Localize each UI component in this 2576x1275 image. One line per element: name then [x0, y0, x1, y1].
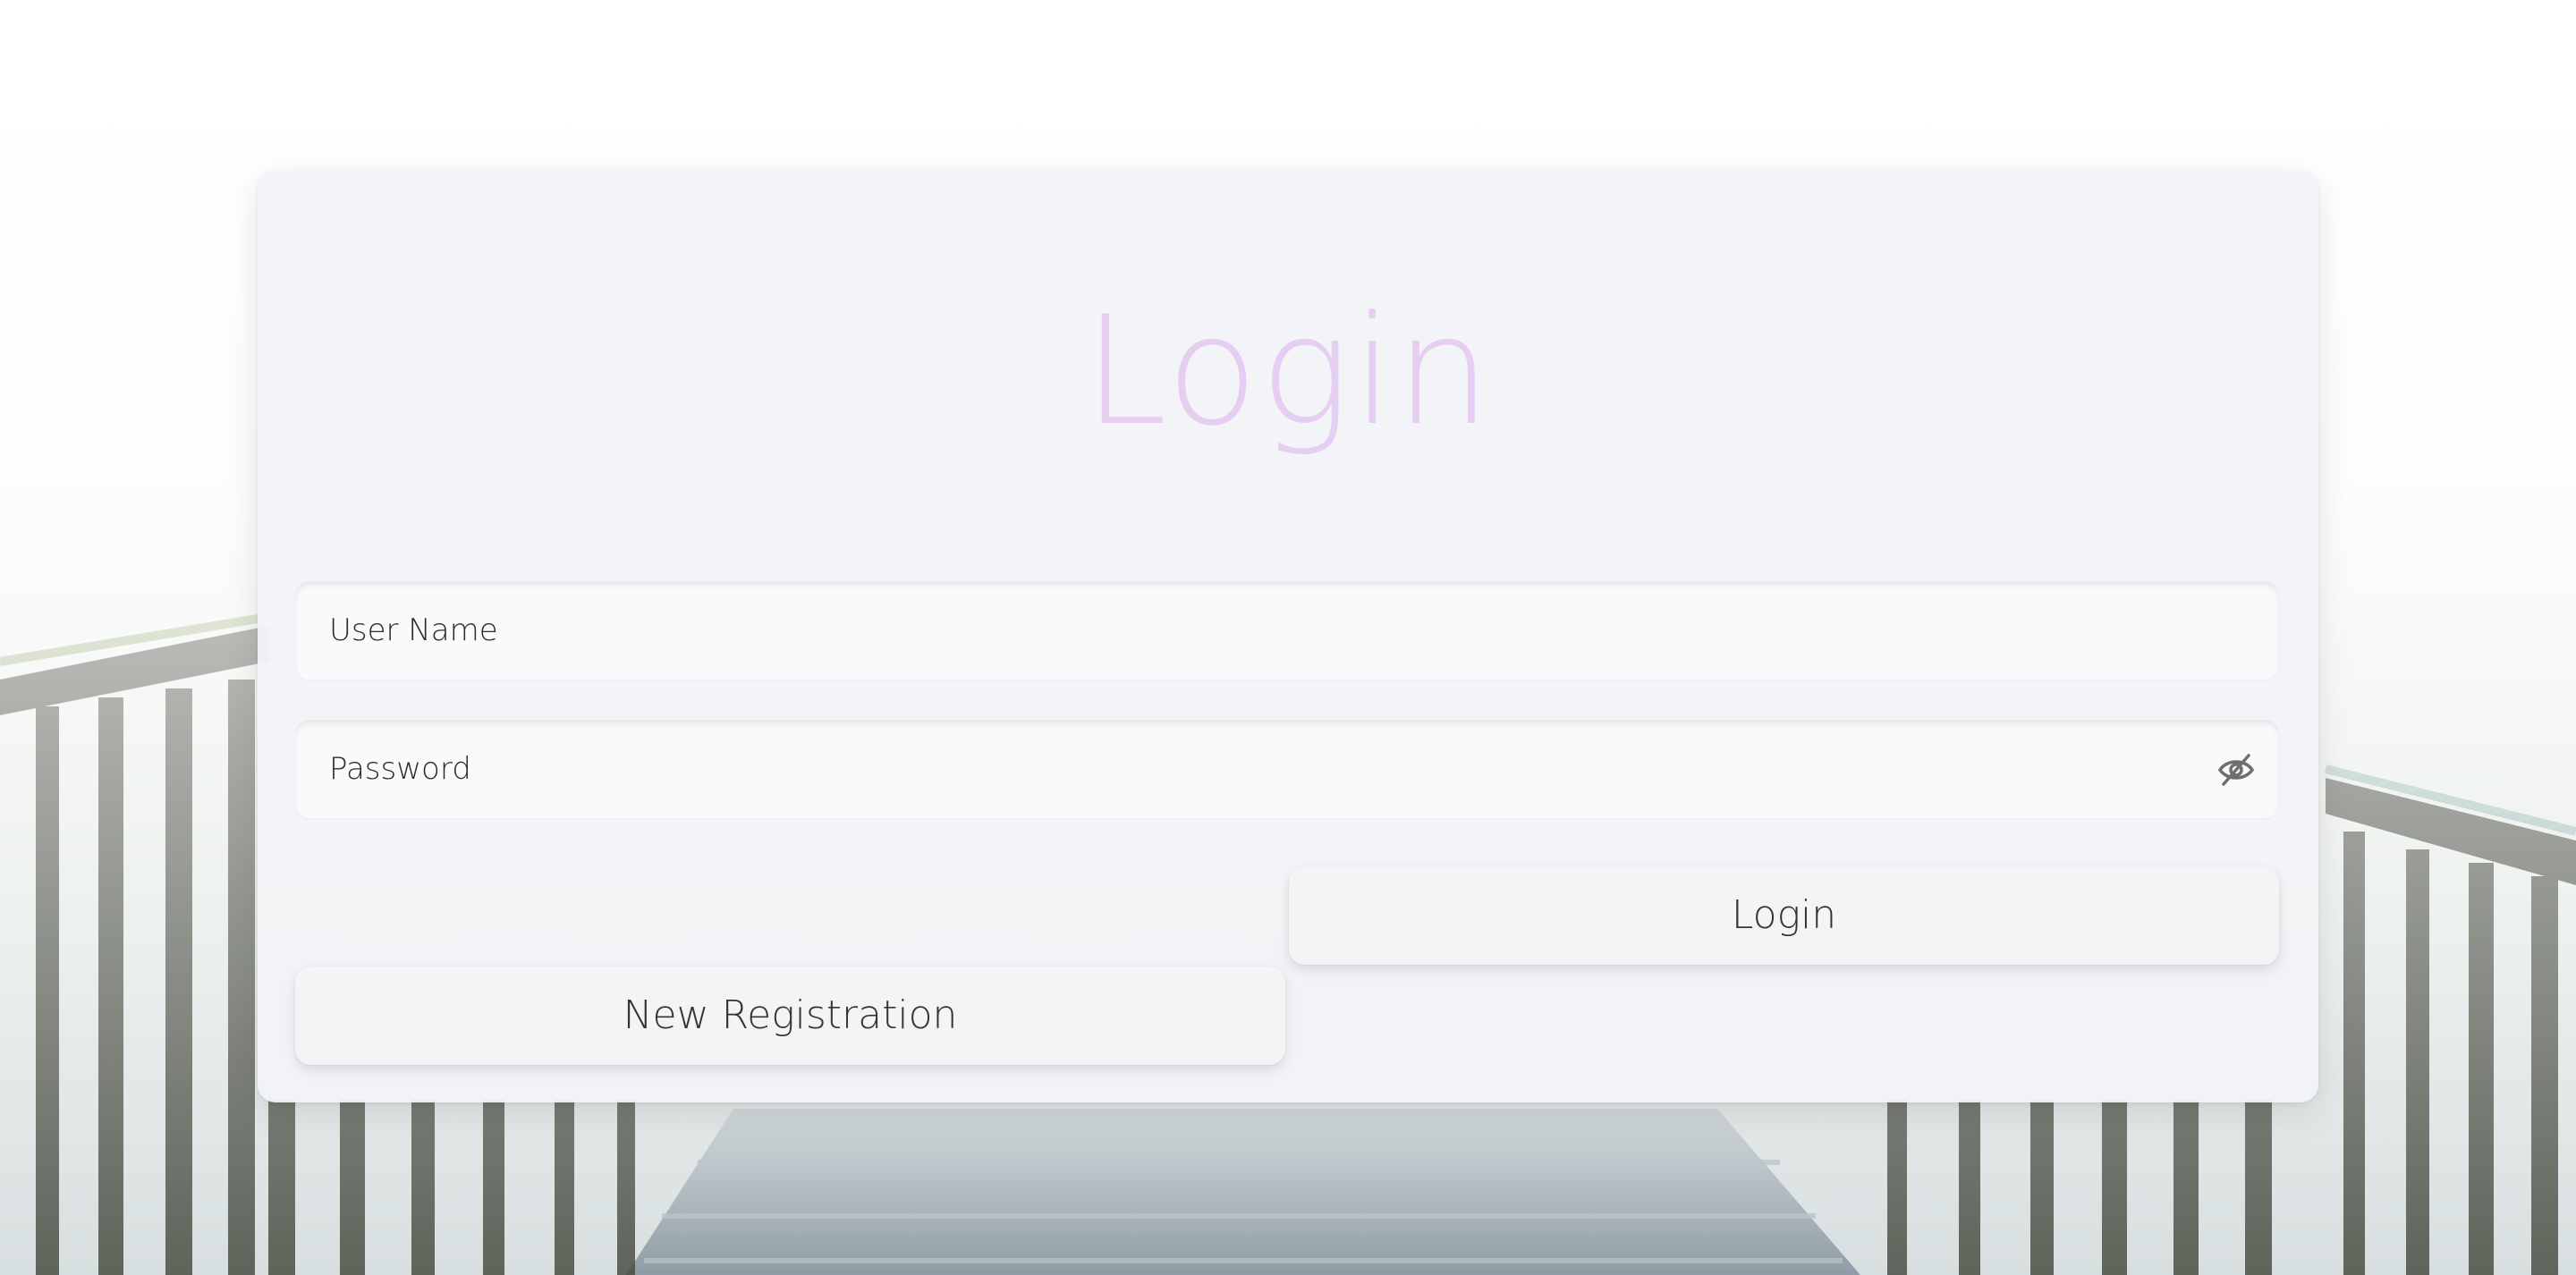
- new-registration-button[interactable]: New Registration: [295, 967, 1285, 1065]
- login-button[interactable]: Login: [1289, 866, 2279, 965]
- username-field[interactable]: [295, 581, 2279, 680]
- password-field[interactable]: [295, 720, 2279, 818]
- username-input[interactable]: [295, 581, 2279, 680]
- eye-slash-icon[interactable]: [2216, 752, 2256, 788]
- login-title: Login: [1083, 283, 1493, 459]
- password-input[interactable]: [295, 720, 2279, 818]
- login-card: Login Login New Registration: [258, 171, 2318, 1102]
